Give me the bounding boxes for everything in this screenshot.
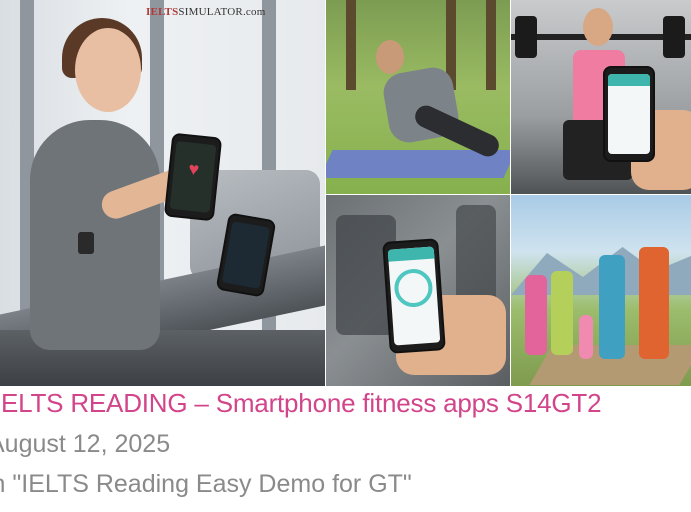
app-header bbox=[608, 74, 650, 86]
stretching-head bbox=[376, 40, 404, 74]
treadmill-photo: ♥ IELTSSIMULATOR.com bbox=[0, 0, 325, 386]
phone-screen bbox=[221, 221, 271, 289]
hiker bbox=[525, 275, 547, 355]
watermark: IELTSSIMULATOR.com bbox=[146, 6, 266, 18]
tree bbox=[486, 0, 496, 90]
tree bbox=[346, 0, 356, 90]
progress-ring bbox=[393, 268, 434, 309]
post-title-link[interactable]: IELTS READING – Smartphone fitness apps … bbox=[0, 388, 602, 419]
smartwatch bbox=[78, 232, 94, 254]
gym-photo bbox=[511, 0, 691, 194]
weight-plate bbox=[515, 16, 537, 58]
featured-image-collage[interactable]: ♥ IELTSSIMULATOR.com bbox=[0, 0, 691, 386]
phone-screen bbox=[608, 74, 650, 154]
weight-plate bbox=[663, 16, 685, 58]
park-stretch-photo bbox=[326, 0, 510, 194]
phone-app bbox=[603, 66, 655, 162]
app-header bbox=[387, 246, 435, 262]
phone-step-counter bbox=[382, 238, 446, 354]
hiker bbox=[551, 271, 573, 355]
hiker bbox=[579, 315, 593, 359]
runner-body bbox=[30, 120, 160, 350]
lifter-head bbox=[583, 8, 613, 46]
hiker bbox=[599, 255, 625, 359]
phone-heart-rate: ♥ bbox=[163, 132, 223, 222]
post-date: August 12, 2025 bbox=[0, 430, 171, 458]
hiker bbox=[639, 247, 669, 359]
runner-head bbox=[75, 28, 141, 112]
phone-screen: ♥ bbox=[169, 141, 217, 213]
phone-tracker-photo bbox=[326, 195, 510, 386]
heart-icon: ♥ bbox=[187, 158, 201, 180]
post-category: in "IELTS Reading Easy Demo for GT" bbox=[0, 470, 412, 498]
hiking-photo bbox=[511, 195, 691, 386]
phone-screen bbox=[387, 246, 441, 346]
